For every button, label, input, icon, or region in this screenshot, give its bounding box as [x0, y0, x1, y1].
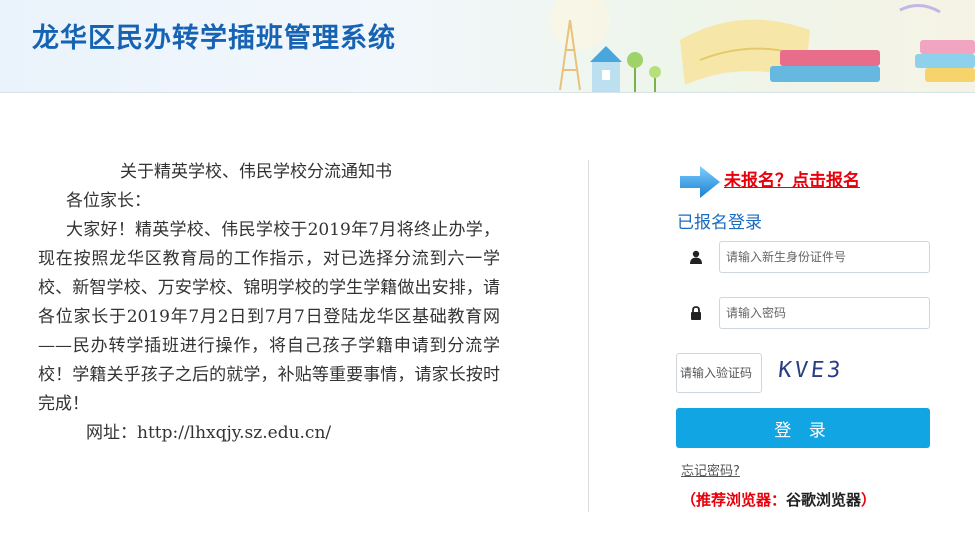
notice-title: 关于精英学校、伟民学校分流通知书: [120, 162, 392, 182]
notice-panel: 关于精英学校、伟民学校分流通知书 各位家长： 大家好！精英学校、伟民学校于201…: [38, 158, 500, 448]
captcha-image[interactable]: KVE3: [776, 358, 849, 388]
notice-url: 网址：http://lhxqjy.sz.edu.cn/: [86, 423, 332, 443]
page-header: 龙华区民办转学插班管理系统: [0, 0, 975, 93]
browser-tip-open: （推荐浏览器：: [681, 491, 787, 509]
browser-recommendation: （推荐浏览器：谷歌浏览器）: [681, 489, 876, 510]
password-input[interactable]: [719, 297, 930, 329]
vertical-divider: [588, 160, 589, 512]
browser-tip-close: ）: [861, 491, 877, 509]
notice-body: 大家好！精英学校、伟民学校于2019年7月将终止办学，现在按照龙华区教育局的工作…: [38, 220, 500, 414]
id-field-row: [676, 241, 930, 273]
register-row: 未报名？点击报名: [678, 162, 938, 202]
notice-greeting: 各位家长：: [66, 191, 151, 211]
id-number-input[interactable]: [719, 241, 930, 273]
login-button[interactable]: 登 录: [676, 408, 930, 448]
captcha-input[interactable]: [676, 353, 762, 393]
forgot-password-link[interactable]: 忘记密码?: [681, 460, 740, 479]
login-title: 已报名登录: [677, 213, 762, 233]
user-icon: [676, 241, 716, 273]
password-field-row: [676, 297, 930, 329]
browser-tip-name: 谷歌浏览器: [786, 491, 862, 509]
right-arrow-icon: [680, 166, 720, 198]
site-title: 龙华区民办转学插班管理系统: [32, 23, 396, 54]
register-link[interactable]: 未报名？点击报名: [724, 166, 860, 191]
header-illustration: [550, 0, 975, 92]
lock-icon: [676, 297, 716, 329]
